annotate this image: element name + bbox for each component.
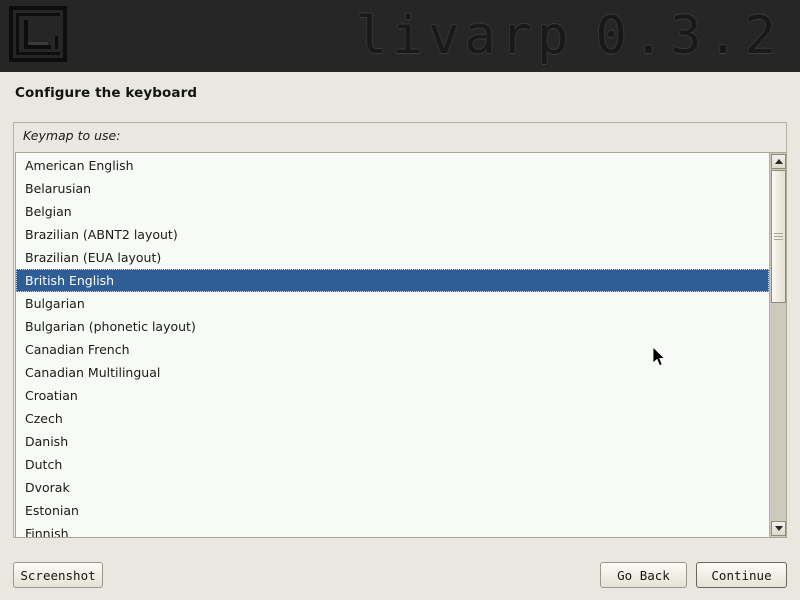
chevron-down-icon	[774, 526, 783, 531]
go-back-button[interactable]: Go Back	[600, 562, 687, 588]
scrollbar-thumb[interactable]	[771, 170, 786, 303]
list-item[interactable]: Bulgarian (phonetic layout)	[16, 315, 769, 338]
brand-version: 0.3.2	[595, 6, 782, 66]
branding-banner: livarp 0.3.2	[0, 0, 800, 72]
list-item[interactable]: American English	[16, 154, 769, 177]
grip-lines-icon	[774, 233, 783, 240]
keymap-list-scrollview[interactable]: American English Belarusian Belgian Brazili…	[16, 153, 769, 537]
list-item[interactable]: Finnish	[16, 522, 769, 537]
continue-button[interactable]: Continue	[696, 562, 787, 588]
list-item[interactable]: Belarusian	[16, 177, 769, 200]
keymap-field-label: Keymap to use:	[23, 128, 121, 143]
page-title: Configure the keyboard	[15, 85, 198, 101]
scroll-down-button[interactable]	[771, 521, 786, 536]
list-item[interactable]: Canadian Multilingual	[16, 361, 769, 384]
list-item[interactable]: Czech	[16, 407, 769, 430]
keymap-list[interactable]: American English Belarusian Belgian Brazili…	[16, 154, 769, 537]
wordmark: livarp 0.3.2	[356, 0, 782, 72]
list-item[interactable]: Brazilian (EUA layout)	[16, 246, 769, 269]
list-item[interactable]: Canadian French	[16, 338, 769, 361]
chevron-up-icon	[774, 159, 783, 164]
installer-window: livarp 0.3.2 Configure the keyboard Keym…	[0, 0, 800, 600]
livarp-l-logo-icon	[9, 6, 71, 66]
list-item[interactable]: Estonian	[16, 499, 769, 522]
brand-name: livarp	[355, 6, 574, 66]
scroll-up-button[interactable]	[771, 154, 786, 169]
list-item[interactable]: Brazilian (ABNT2 layout)	[16, 223, 769, 246]
list-item[interactable]: Bulgarian	[16, 292, 769, 315]
list-item[interactable]: Dvorak	[16, 476, 769, 499]
list-item[interactable]: Belgian	[16, 200, 769, 223]
vertical-scrollbar[interactable]	[769, 153, 786, 537]
keymap-frame: Keymap to use: American English Belarusia…	[13, 122, 787, 538]
keymap-listbox[interactable]: American English Belarusian Belgian Brazili…	[15, 152, 787, 538]
list-item[interactable]: Croatian	[16, 384, 769, 407]
screenshot-button[interactable]: Screenshot	[13, 562, 103, 588]
list-item[interactable]: Danish	[16, 430, 769, 453]
list-item[interactable]: British English	[16, 269, 769, 292]
list-item[interactable]: Dutch	[16, 453, 769, 476]
